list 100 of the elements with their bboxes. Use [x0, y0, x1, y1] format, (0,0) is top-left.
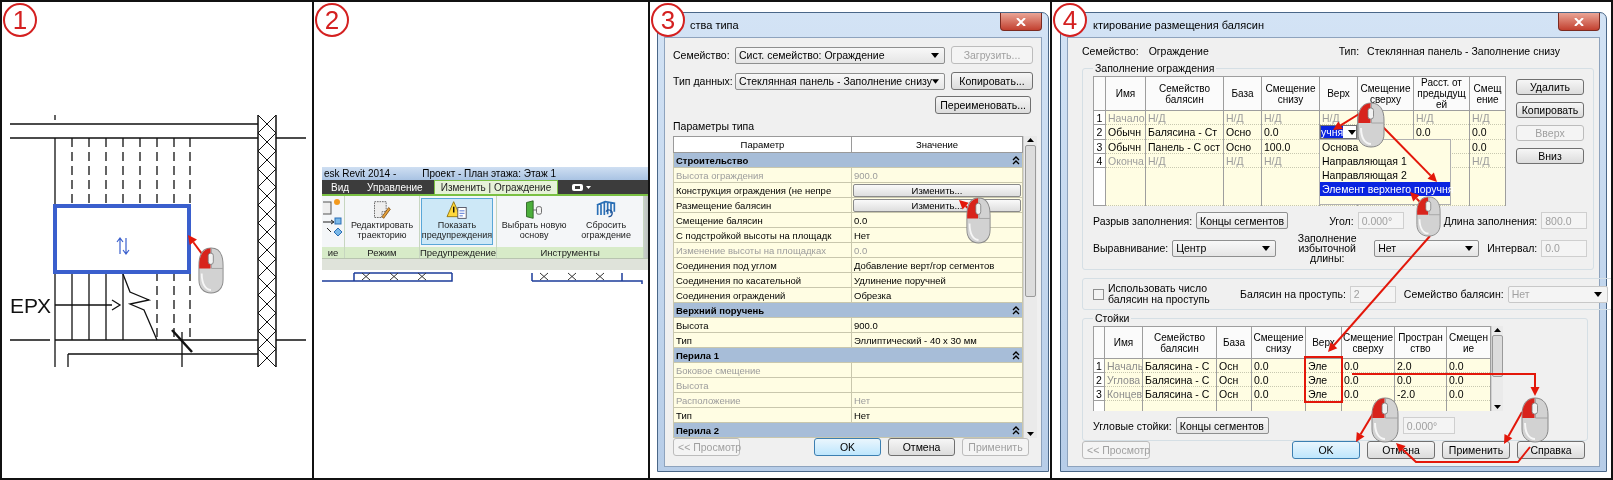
dialog-title: ктирование размещения балясин	[1092, 19, 1264, 31]
dropdown-field[interactable]: Стеклянная панель - Заполнение снизу	[735, 72, 945, 90]
column-header: Смещение	[1469, 76, 1506, 111]
scrollbar[interactable]	[1023, 136, 1037, 438]
field-label: Семейство балясин:	[1403, 288, 1504, 300]
dropdown-option[interactable]: Направляющая 2	[1320, 168, 1450, 182]
row-number: 2	[1093, 372, 1105, 387]
dialog-button[interactable]: Справка	[1517, 441, 1585, 459]
copy-button[interactable]: Копировать...	[951, 72, 1033, 90]
table-cell: Балясина - Ст	[1145, 124, 1224, 140]
field-label: Выравнивание:	[1093, 242, 1169, 254]
arrow-down-icon[interactable]	[1494, 405, 1501, 409]
dropdown-field[interactable]: учня	[1320, 125, 1357, 139]
ribbon-button[interactable]: Сбросить ограждение	[570, 198, 643, 245]
close-button[interactable]	[1558, 13, 1600, 31]
table-cell: 0.0	[1469, 139, 1506, 154]
row-number: 2	[1093, 124, 1106, 140]
table-cell: Осно	[1223, 139, 1262, 154]
field-label: Интервал:	[1487, 242, 1538, 254]
railing-icon	[595, 200, 618, 220]
pencil-icon	[372, 200, 392, 220]
ribbon-tab[interactable]: Изменить | Ограждение	[433, 180, 559, 194]
row-number: 3	[1093, 386, 1105, 401]
arrow-up-icon[interactable]	[1027, 138, 1034, 142]
column-header: Смещение	[1446, 326, 1491, 359]
field-label: Заполнение избыточной длины:	[1296, 233, 1358, 263]
field-label: Семейство:	[1082, 45, 1139, 57]
dropdown-field[interactable]: Сист. семейство: Ограждение	[735, 46, 945, 64]
field-value: Ограждение	[1148, 45, 1210, 57]
column-header: Расст. от предыдущей	[1413, 76, 1470, 111]
step-badge: 1	[3, 3, 37, 37]
ribbon-group-label: Режим	[345, 247, 419, 258]
group-title: Перила 1	[676, 349, 719, 361]
window-title: Проект - План этажа: Этаж 1	[422, 168, 556, 179]
step-badge: 4	[1053, 3, 1087, 37]
side-button[interactable]: Удалить	[1516, 79, 1584, 95]
caret-icon	[1465, 245, 1474, 251]
caret-icon	[1262, 245, 1271, 251]
ribbon-tab[interactable]: Вид	[324, 180, 357, 194]
collapse-icon	[1012, 425, 1020, 435]
column-header: Семейство балясин	[1145, 76, 1224, 111]
dialog-button[interactable]: Отмена	[888, 438, 955, 456]
dropdown-option[interactable]: Основа	[1320, 140, 1450, 154]
table-cell: Углова	[1104, 372, 1143, 387]
ribbon-group-label: Инструменты	[497, 247, 644, 258]
table-cell: Н/Д	[1469, 110, 1506, 125]
table-cell: 0.0	[1469, 124, 1506, 140]
ribbon-button[interactable]: Показать предупреждения	[421, 198, 493, 245]
table-cell: Н/Д	[1223, 110, 1262, 125]
door-icon	[524, 200, 545, 220]
column-header: Смещение снизу	[1251, 326, 1306, 359]
table-cell: Балясина - С	[1142, 386, 1217, 401]
dropdown-field[interactable]: Нет	[1374, 239, 1480, 257]
scrollbar[interactable]	[1491, 326, 1503, 411]
side-button[interactable]: Копировать	[1516, 102, 1584, 118]
table-cell: 0.0	[1394, 372, 1447, 387]
table-cell: Н/Д	[1223, 153, 1262, 168]
arrow-up-icon[interactable]	[1494, 328, 1501, 332]
table-cell: Н/Д	[1145, 110, 1224, 125]
table-cell: Обычн	[1105, 124, 1146, 140]
edit-button[interactable]: Изменить...	[853, 183, 1021, 197]
column-header: База	[1216, 326, 1252, 359]
ribbon-options-icon[interactable]	[572, 183, 593, 191]
rename-button[interactable]: Переименовать...	[935, 96, 1031, 114]
column-header: Параметр	[673, 136, 852, 153]
ribbon-button[interactable]: Выбрать новую основу	[498, 198, 571, 245]
ribbon-button[interactable]: Редактировать траекторию	[346, 198, 418, 245]
table-cell: Обычн	[1105, 139, 1146, 154]
table-cell: Балясина - С	[1142, 358, 1217, 373]
dropdown-field[interactable]: Концы сегментов	[1175, 417, 1269, 434]
mouse-icon	[198, 247, 224, 294]
group-title: Перила 2	[676, 424, 719, 436]
group-title: Заполнение ограждения	[1094, 62, 1216, 74]
column-header: Имя	[1104, 326, 1143, 359]
close-icon	[1016, 17, 1026, 26]
group-title: Стойки	[1094, 312, 1131, 324]
dropdown-field[interactable]: Концы сегментов	[1196, 212, 1289, 229]
dialog-button[interactable]: Применить	[1442, 441, 1510, 459]
checkbox[interactable]	[1093, 288, 1104, 300]
table-cell: 0.0	[1261, 124, 1320, 140]
dialog-button[interactable]: OK	[814, 438, 881, 456]
close-icon	[1574, 17, 1584, 26]
ribbon-tab[interactable]: Управление	[360, 180, 430, 194]
column-header: Смещение снизу	[1261, 76, 1320, 111]
caret-icon	[931, 78, 939, 84]
caret-icon	[1348, 129, 1356, 135]
table-cell: Н/Д	[1469, 153, 1506, 168]
table-cell: Оконча	[1105, 153, 1146, 168]
dropdown-option[interactable]: Направляющая 1	[1320, 154, 1450, 168]
table-cell: 0.0	[1446, 358, 1491, 373]
step-badge: 2	[315, 3, 349, 37]
field-label: Длина заполнения:	[1443, 214, 1538, 227]
side-button[interactable]: Вниз	[1516, 148, 1584, 164]
close-button[interactable]	[1000, 13, 1042, 31]
dialog-button[interactable]: OK	[1292, 441, 1360, 459]
dropdown-field[interactable]: Центр	[1172, 239, 1277, 257]
arrow-down-icon[interactable]	[1027, 432, 1034, 436]
table-cell: Концев	[1104, 386, 1143, 401]
table-cell: Начало	[1105, 110, 1146, 125]
column-header: Значение	[851, 136, 1023, 153]
